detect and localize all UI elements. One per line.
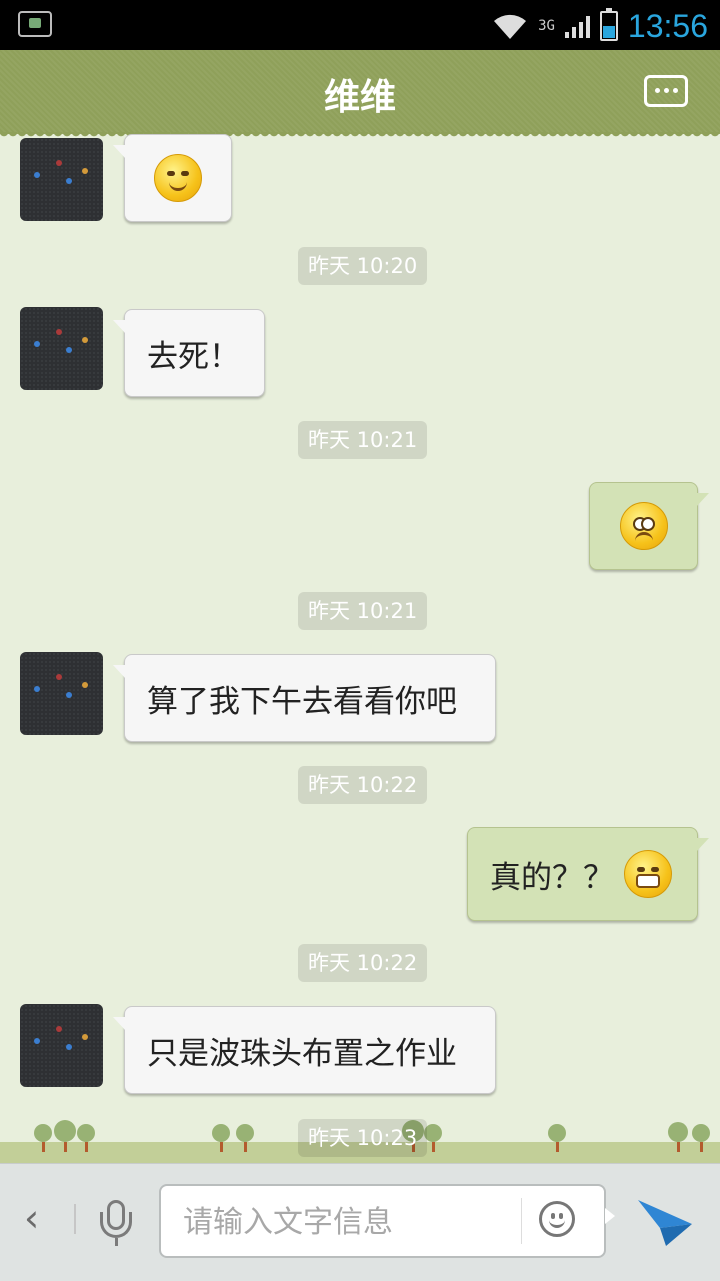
- battery-icon: [599, 8, 618, 41]
- signal-icon: [564, 14, 590, 38]
- wifi-icon: [492, 11, 528, 41]
- message-timestamp: 昨天 10:23: [298, 1119, 428, 1157]
- message-text: 算了我下午去看看你吧: [147, 683, 457, 720]
- divider: [74, 1204, 76, 1234]
- send-icon[interactable]: [636, 1194, 696, 1250]
- message-input-container: [159, 1184, 615, 1258]
- message-bubble-incoming[interactable]: 只是波珠头布置之作业: [113, 1006, 496, 1094]
- message-text: 真的？？: [490, 859, 614, 896]
- contact-avatar[interactable]: [20, 652, 103, 735]
- grin-emoji-icon: [624, 850, 672, 898]
- message-text: 只是波珠头布置之作业: [147, 1035, 457, 1072]
- page-title: 维维: [323, 77, 396, 118]
- more-options-icon: [655, 88, 660, 93]
- status-icons: 3G 13:56: [492, 6, 708, 46]
- message-input-bar: ‹: [0, 1163, 720, 1281]
- smirk-emoji-icon: [154, 154, 202, 202]
- message-timestamp: 昨天 10:21: [298, 421, 428, 459]
- message-bubble-incoming[interactable]: [113, 134, 232, 222]
- message-bubble-incoming[interactable]: 去死！: [113, 309, 265, 397]
- status-bar: 3G 13:56: [0, 0, 720, 50]
- message-bubble-outgoing[interactable]: [589, 482, 709, 570]
- message-text: 去死！: [147, 338, 240, 375]
- pitiful-emoji-icon: [619, 502, 668, 550]
- message-input[interactable]: [181, 1196, 515, 1248]
- divider: [521, 1198, 522, 1244]
- network-type-label: 3G: [538, 18, 555, 34]
- message-timestamp: 昨天 10:20: [298, 247, 428, 285]
- message-timestamp: 昨天 10:21: [298, 592, 428, 630]
- message-bubble-outgoing[interactable]: 真的？？: [467, 827, 709, 921]
- android-debug-icon: [18, 11, 52, 37]
- header-bar: 维维: [0, 50, 720, 140]
- microphone-icon[interactable]: [100, 1200, 132, 1246]
- chat-history[interactable]: 昨天 10:20 去死！ 昨天 10:21 昨天 10:21 算了我下午去看看你…: [0, 134, 720, 1160]
- emoji-icon[interactable]: [539, 1201, 575, 1237]
- contact-avatar[interactable]: [20, 1004, 103, 1087]
- message-bubble-incoming[interactable]: 算了我下午去看看你吧: [113, 654, 496, 742]
- message-timestamp: 昨天 10:22: [298, 944, 428, 982]
- more-options-button[interactable]: [644, 75, 688, 107]
- contact-avatar[interactable]: [20, 138, 103, 221]
- contact-avatar[interactable]: [20, 307, 103, 390]
- status-time: 13:56: [627, 7, 708, 44]
- back-chevron-icon[interactable]: ‹: [24, 1199, 48, 1237]
- message-timestamp: 昨天 10:22: [298, 766, 428, 804]
